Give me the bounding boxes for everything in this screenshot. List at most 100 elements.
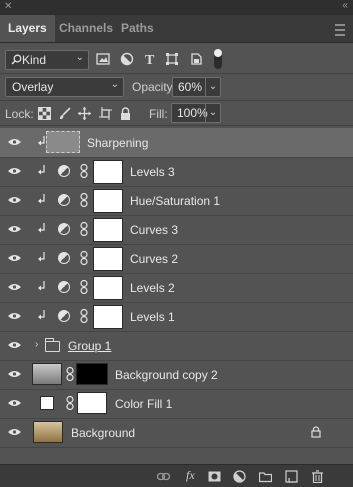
adjustment-layer-icon <box>58 281 70 293</box>
svg-text:T: T <box>145 53 155 66</box>
link-layers-icon[interactable] <box>157 470 170 483</box>
collapse-panel-icon[interactable]: ‹‹ <box>342 0 348 11</box>
filter-toggle-switch[interactable] <box>214 49 222 69</box>
layer-mask-thumbnail[interactable] <box>93 305 123 329</box>
lock-artboard-icon[interactable] <box>99 107 112 120</box>
fill-dropdown-icon[interactable]: ⌄ <box>205 104 220 122</box>
mask-link-chain-icon[interactable] <box>80 309 88 323</box>
layer-row-background-copy-2[interactable]: Background copy 2 <box>0 360 353 390</box>
add-mask-icon[interactable] <box>208 470 221 483</box>
lock-image-pixels-icon[interactable] <box>58 107 71 120</box>
layer-mask-thumbnail[interactable] <box>93 247 123 271</box>
search-icon <box>11 54 22 65</box>
filter-kind-select[interactable]: Kind ⌄ <box>5 50 89 70</box>
fill-color-swatch[interactable] <box>40 396 54 410</box>
mask-link-chain-icon[interactable] <box>80 193 88 207</box>
layer-row-levels-2[interactable]: Levels 2 <box>0 273 353 303</box>
blend-row: Overlay ⌄ Opacity: 60% ⌄ <box>0 74 353 100</box>
delete-icon[interactable] <box>311 470 324 483</box>
layer-row-sharpening[interactable]: Sharpening <box>0 128 353 158</box>
fill-label: Fill: <box>149 107 168 121</box>
clipping-arrow-icon <box>38 136 45 146</box>
layer-mask-thumbnail[interactable] <box>93 189 123 213</box>
layer-mask-thumbnail[interactable] <box>93 160 123 184</box>
layer-row-group-1[interactable]: › Group 1 <box>0 331 353 361</box>
layer-row-curves-2[interactable]: Curves 2 <box>0 244 353 274</box>
mask-link-chain-icon[interactable] <box>80 280 88 294</box>
new-layer-icon[interactable] <box>285 470 298 483</box>
smart-object-filter-icon[interactable] <box>189 52 203 66</box>
layer-row-background[interactable]: Background <box>0 418 353 448</box>
visibility-eye-icon[interactable] <box>8 225 21 233</box>
lock-all-icon[interactable] <box>119 107 132 120</box>
mask-link-chain-icon[interactable] <box>66 367 74 381</box>
layer-row-curves-3[interactable]: Curves 3 <box>0 215 353 245</box>
tab-paths[interactable]: Paths <box>113 15 162 42</box>
mask-link-chain-icon[interactable] <box>80 222 88 236</box>
layer-name[interactable]: Levels 3 <box>130 165 175 179</box>
lock-transparent-pixels-icon[interactable] <box>38 107 51 120</box>
blend-mode-select[interactable]: Overlay ⌄ <box>5 77 124 97</box>
layer-thumbnail <box>46 131 80 153</box>
mask-link-chain-icon[interactable] <box>80 164 88 178</box>
layer-name[interactable]: Levels 1 <box>130 310 175 324</box>
visibility-eye-icon[interactable] <box>8 341 21 349</box>
close-icon[interactable]: ✕ <box>4 1 12 12</box>
layer-name[interactable]: Curves 2 <box>130 252 178 266</box>
image-filter-icon[interactable] <box>96 52 110 66</box>
layer-name[interactable]: Levels 2 <box>130 281 175 295</box>
layer-name[interactable]: Sharpening <box>87 136 148 150</box>
layer-mask-thumbnail[interactable] <box>93 218 123 242</box>
adjustment-layer-icon <box>58 223 70 235</box>
layer-name[interactable]: Background copy 2 <box>115 368 218 382</box>
layer-list: Sharpening Levels 3 Hue/Saturation 1 Cur… <box>0 126 353 464</box>
tab-layers[interactable]: Layers <box>0 15 55 42</box>
layer-name[interactable]: Background <box>71 426 135 440</box>
layers-bottom-toolbar: fx <box>0 464 353 487</box>
visibility-eye-icon[interactable] <box>8 196 21 204</box>
mask-link-chain-icon[interactable] <box>80 251 88 265</box>
visibility-eye-icon[interactable] <box>8 312 21 320</box>
clipping-arrow-icon <box>38 281 45 291</box>
visibility-eye-icon[interactable] <box>8 167 21 175</box>
opacity-field[interactable]: 60% ⌄ <box>172 77 221 97</box>
visibility-eye-icon[interactable] <box>8 138 21 146</box>
fill-field[interactable]: 100% ⌄ <box>171 103 221 123</box>
chevron-down-icon: ⌄ <box>110 79 119 90</box>
layer-mask-thumbnail[interactable] <box>76 363 108 385</box>
layer-mask-thumbnail[interactable] <box>93 276 123 300</box>
layer-row-levels-3[interactable]: Levels 3 <box>0 157 353 187</box>
lock-position-icon[interactable] <box>78 107 91 120</box>
panel-menu-icon[interactable] <box>335 24 345 36</box>
layer-name[interactable]: Curves 3 <box>130 223 178 237</box>
layer-name[interactable]: Hue/Saturation 1 <box>130 194 220 208</box>
lock-label: Lock: <box>5 107 34 121</box>
new-group-icon[interactable] <box>259 470 272 483</box>
opacity-dropdown-icon[interactable]: ⌄ <box>205 78 220 96</box>
clipping-arrow-icon <box>38 310 45 320</box>
tab-channels[interactable]: Channels <box>51 15 121 42</box>
lock-icon <box>311 426 321 438</box>
layer-name[interactable]: Color Fill 1 <box>115 397 172 411</box>
visibility-eye-icon[interactable] <box>8 399 21 407</box>
layer-row-hue-saturation-1[interactable]: Hue/Saturation 1 <box>0 186 353 216</box>
expand-group-arrow-icon[interactable]: › <box>35 339 38 350</box>
adjustment-layer-icon <box>58 194 70 206</box>
new-adjustment-icon[interactable] <box>233 470 246 483</box>
visibility-eye-icon[interactable] <box>8 428 21 436</box>
visibility-eye-icon[interactable] <box>8 283 21 291</box>
layer-name[interactable]: Group 1 <box>68 339 111 353</box>
layer-filter-row: Kind ⌄ T <box>0 43 353 73</box>
type-filter-icon[interactable]: T <box>144 52 158 66</box>
visibility-eye-icon[interactable] <box>8 254 21 262</box>
adjustment-filter-icon[interactable] <box>120 52 134 66</box>
layer-mask-thumbnail[interactable] <box>77 392 107 414</box>
visibility-eye-icon[interactable] <box>8 370 21 378</box>
shape-filter-icon[interactable] <box>165 52 179 66</box>
layer-row-levels-1[interactable]: Levels 1 <box>0 302 353 332</box>
fx-icon[interactable]: fx <box>186 468 195 483</box>
layer-row-color-fill-1[interactable]: Color Fill 1 <box>0 389 353 419</box>
chevron-down-icon: ⌄ <box>75 52 84 63</box>
mask-link-chain-icon[interactable] <box>66 396 74 410</box>
adjustment-layer-icon <box>58 165 70 177</box>
